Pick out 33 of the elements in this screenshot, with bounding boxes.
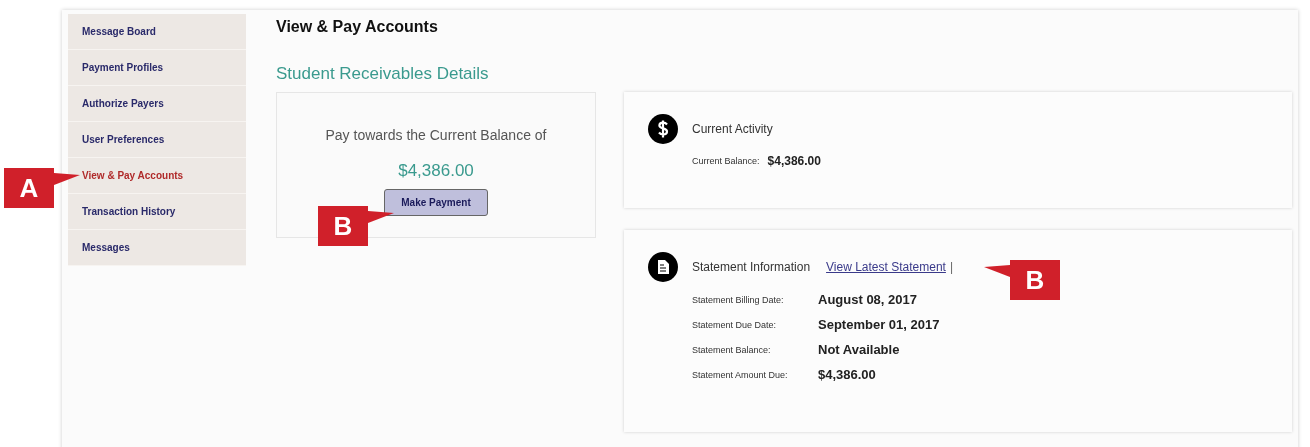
dollar-icon <box>648 114 678 144</box>
callout-label: A <box>4 168 54 208</box>
field-value: September 01, 2017 <box>818 317 940 332</box>
sidebar-item[interactable]: Payment Profiles <box>68 50 246 86</box>
sidebar-item[interactable]: Message Board <box>68 14 246 50</box>
sidebar-item[interactable]: User Preferences <box>68 122 246 158</box>
pointer-icon <box>368 211 394 223</box>
sidebar-item[interactable]: Messages <box>68 230 246 266</box>
card-title: Statement Information <box>692 260 811 274</box>
section-title: Student Receivables Details <box>276 64 490 84</box>
card-title: Current Activity <box>692 122 773 136</box>
callout-label: B <box>318 206 368 246</box>
sidebar-item[interactable]: Transaction History <box>68 194 246 230</box>
document-icon <box>648 252 678 282</box>
field-label: Statement Due Date: <box>692 319 778 330</box>
field-value: Not Available <box>818 342 900 357</box>
separator-text: | <box>949 260 954 274</box>
field-value: August 08, 2017 <box>818 292 917 307</box>
field-label: Statement Billing Date: <box>692 294 785 305</box>
pointer-icon <box>984 265 1010 277</box>
make-payment-button[interactable]: Make Payment <box>384 189 488 216</box>
pointer-icon <box>54 173 80 185</box>
balance-prompt: Pay towards the Current Balance of <box>325 127 547 143</box>
field-label: Statement Amount Due: <box>692 369 789 380</box>
callout-label: B <box>1010 260 1060 300</box>
field-value: $4,386.00 <box>818 367 876 382</box>
page-title: View & Pay Accounts <box>276 18 439 36</box>
view-statement-link[interactable]: View Latest Statement <box>826 260 946 274</box>
field-label: Statement Balance: <box>692 344 772 355</box>
field-label: Current Balance: <box>692 156 760 166</box>
balance-amount: $4,386.00 <box>398 161 474 181</box>
field-value: $4,386.00 <box>767 154 821 168</box>
sidebar-item[interactable]: Authorize Payers <box>68 86 246 122</box>
